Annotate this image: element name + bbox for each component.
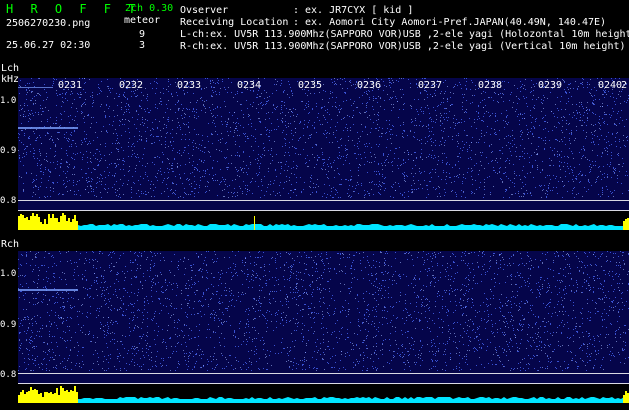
- time-label-0238: 0238: [478, 80, 503, 91]
- time-label-0231: 0231: [58, 80, 83, 91]
- lch-reference-line-lower: [18, 210, 629, 211]
- rch-channel-label: Rch: [1, 239, 20, 250]
- rch-meteor-count: 3: [139, 40, 146, 51]
- lch-reference-line-upper: [18, 200, 629, 201]
- time-label-0240: 0240: [598, 80, 623, 91]
- brand-title: H R O F F T: [6, 2, 141, 16]
- location-value: ex. Aomori City Aomori-Pref.JAPAN(40.49N…: [305, 17, 607, 28]
- lch-tick-0.8: 0.8: [0, 196, 17, 206]
- time-label-0234: 0234: [237, 80, 262, 91]
- rch-spectrogram: [18, 251, 629, 403]
- time-label-next: 2: [621, 80, 628, 91]
- observer-separator: :: [293, 5, 300, 16]
- hroft-screen: H R O F F T 2ch 0.30 2506270230.png mete…: [0, 0, 629, 410]
- rch-tick-0.9: 0.9: [0, 320, 17, 330]
- meteor-count-label: meteor: [124, 15, 161, 26]
- time-label-0233: 0233: [177, 80, 202, 91]
- observer-row: Ovserver: ex. JR7CYX [ kid ]: [180, 5, 413, 17]
- version-label: 2ch 0.30: [125, 3, 174, 14]
- observer-value: ex. JR7CYX [ kid ]: [305, 5, 414, 16]
- rch-tick-1.0: 1.0: [0, 269, 17, 279]
- rch-reference-line-lower: [18, 383, 629, 384]
- lch-tick-1.0: 1.0: [0, 96, 17, 106]
- time-label-0236: 0236: [357, 80, 382, 91]
- location-row: Receiving Location: ex. Aomori City Aomor…: [180, 17, 606, 29]
- location-label: Receiving Location: [180, 17, 289, 28]
- time-label-0232: 0232: [119, 80, 144, 91]
- lch-meteor-trace: [18, 127, 78, 129]
- observer-label: Ovserver: [180, 5, 229, 16]
- time-label-0239: 0239: [538, 80, 563, 91]
- location-separator: :: [293, 17, 300, 28]
- rch-receiver-info: R-ch:ex. UV5R 113.900Mhz(SAPPORO VOR)USB…: [180, 41, 626, 52]
- lch-noise-bright: [18, 78, 627, 198]
- rch-noise-field: [18, 251, 629, 371]
- lch-spectrogram-plot: [18, 78, 629, 230]
- lch-meteor-spike: [254, 216, 255, 230]
- lch-unit-label: kHz: [1, 74, 20, 85]
- timestamp-label: 25.06.27 02:30: [6, 40, 91, 51]
- lch-tick-0.9: 0.9: [0, 146, 17, 156]
- rch-spectrogram-plot: [18, 251, 629, 403]
- time-label-0237: 0237: [418, 80, 443, 91]
- rch-tick-0.8: 0.8: [0, 370, 17, 380]
- lch-meteor-trace-2: [18, 87, 53, 88]
- time-label-0235: 0235: [298, 80, 323, 91]
- filename-label: 2506270230.png: [6, 18, 91, 29]
- lch-spectrogram: [18, 78, 629, 230]
- lch-receiver-info: L-ch:ex. UV5R 113.900Mhz(SAPPORO VOR)USB…: [180, 29, 629, 40]
- rch-reference-line-upper: [18, 373, 629, 374]
- rch-meteor-trace: [18, 289, 78, 291]
- lch-noise-field: [18, 78, 629, 198]
